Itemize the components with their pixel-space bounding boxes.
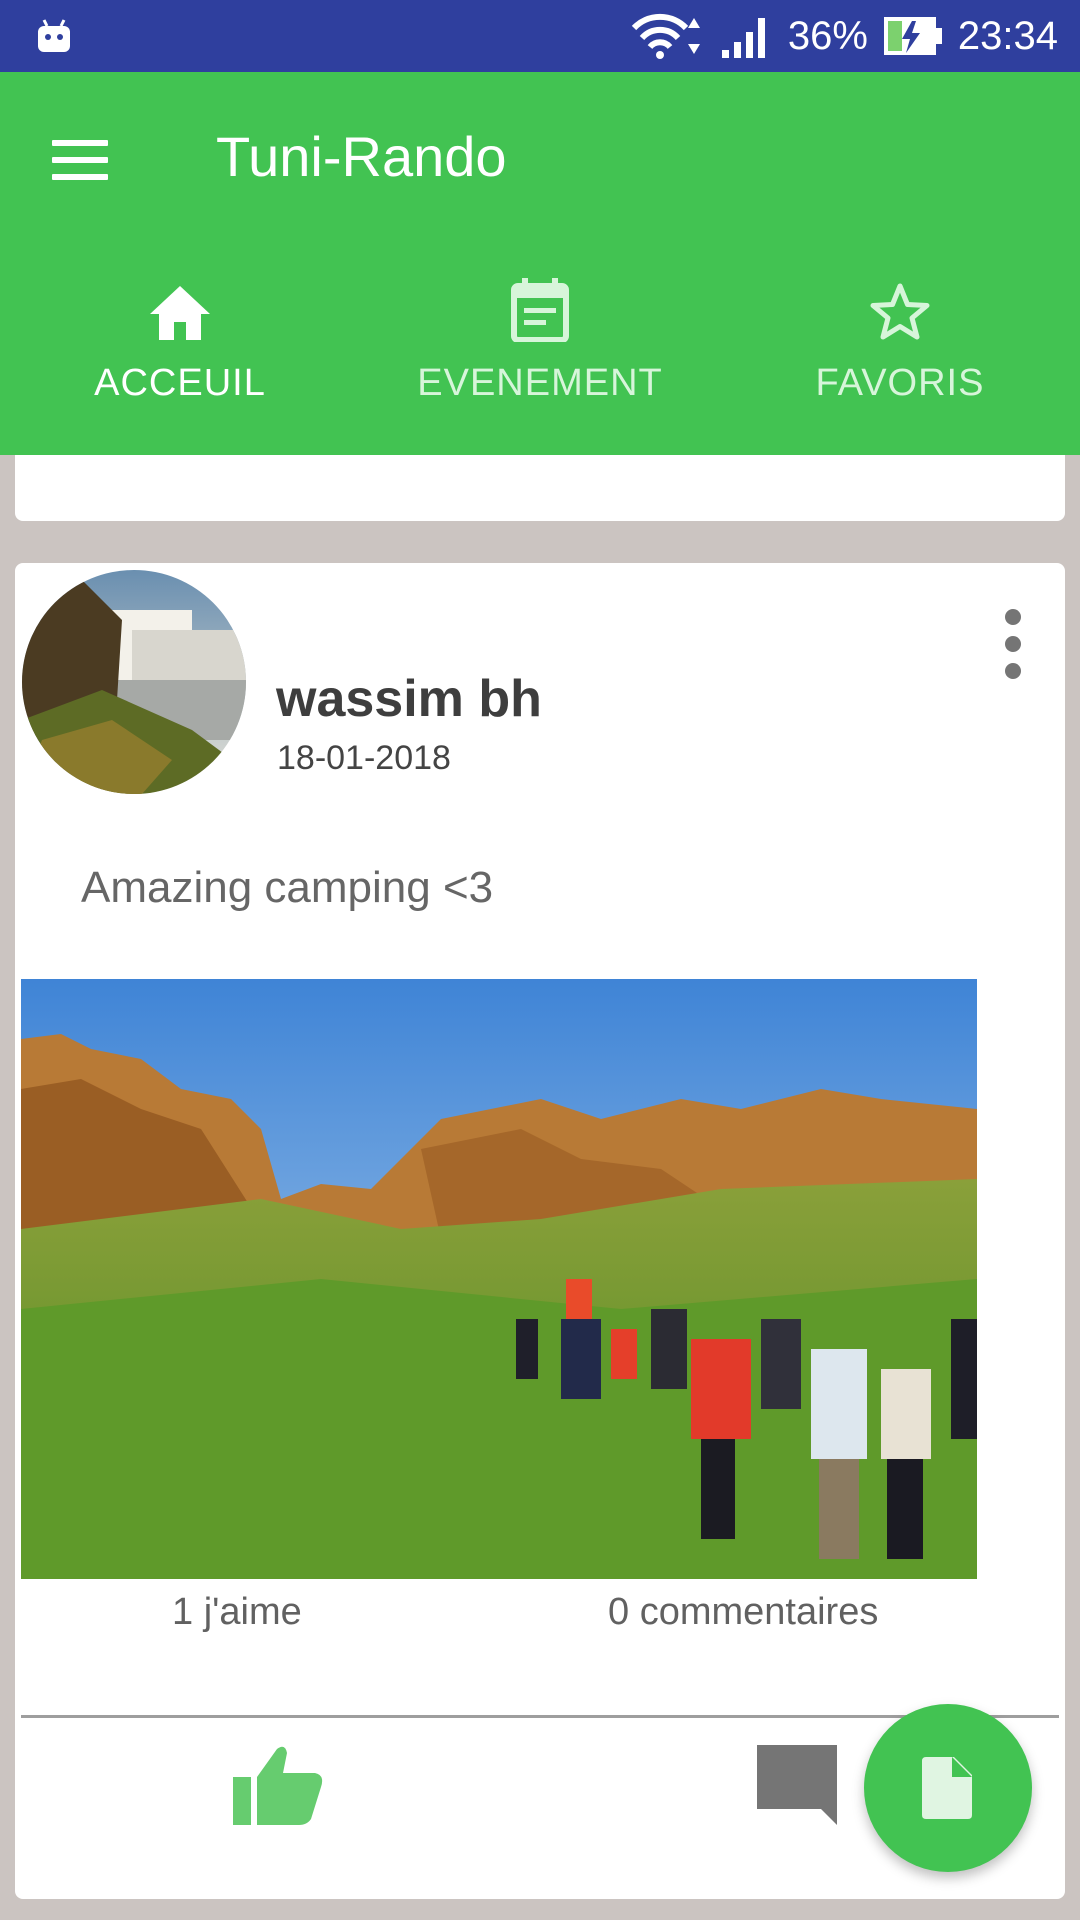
more-vert-icon-dot [1005, 663, 1021, 679]
app-title: Tuni-Rando [216, 125, 507, 188]
hamburger-icon [52, 140, 108, 146]
android-icon [38, 19, 70, 52]
comment-button[interactable] [755, 1743, 855, 1843]
previous-post-card [15, 455, 1065, 521]
new-post-fab[interactable] [864, 1704, 1032, 1872]
thumb-up-icon [233, 1746, 323, 1825]
tab-label: FAVORIS [815, 362, 985, 404]
tab-favoris[interactable]: FAVORIS [720, 262, 1080, 455]
avatar-image [22, 570, 246, 794]
tab-label: ACCEUIL [94, 362, 266, 404]
clock: 23:34 [957, 14, 1058, 58]
tab-label: EVENEMENT [417, 362, 663, 404]
file-icon [922, 1757, 972, 1819]
menu-button[interactable] [52, 130, 112, 190]
post-image [21, 979, 977, 1579]
avatar[interactable] [22, 570, 246, 794]
more-vert-icon [1005, 609, 1021, 625]
more-options-button[interactable] [1003, 609, 1023, 679]
post-card: wassim bh 18-01-2018 Amazing camping <3 [15, 563, 1065, 1899]
battery-charging-icon [883, 17, 942, 55]
app-bar: Tuni-Rando ACCEUIL EVENEMENT FAVORIS [0, 72, 1080, 455]
tab-accueil[interactable]: ACCEUIL [0, 262, 360, 455]
signal-icon [721, 18, 765, 58]
like-button[interactable] [233, 1743, 333, 1843]
status-bar: 36% 23:34 [0, 0, 1080, 72]
home-icon [150, 286, 210, 340]
star-icon [870, 283, 930, 340]
hamburger-icon-line [52, 157, 108, 163]
hamburger-icon-line [52, 174, 108, 180]
wifi-icon [631, 13, 700, 59]
calendar-icon [511, 278, 569, 342]
comments-count[interactable]: 0 commentaires [608, 1591, 878, 1634]
post-photo[interactable] [21, 979, 977, 1579]
comment-icon [757, 1745, 837, 1825]
more-vert-icon-dot [1005, 636, 1021, 652]
post-stats: 1 j'aime 0 commentaires [15, 1583, 1065, 1653]
likes-count[interactable]: 1 j'aime [172, 1591, 302, 1634]
post-date: 18-01-2018 [277, 739, 451, 777]
battery-percent: 36% [787, 14, 868, 58]
post-caption: Amazing camping <3 [81, 863, 494, 912]
tab-bar: ACCEUIL EVENEMENT FAVORIS [0, 262, 1080, 455]
post-author[interactable]: wassim bh [276, 669, 542, 729]
tab-evenement[interactable]: EVENEMENT [360, 262, 720, 455]
